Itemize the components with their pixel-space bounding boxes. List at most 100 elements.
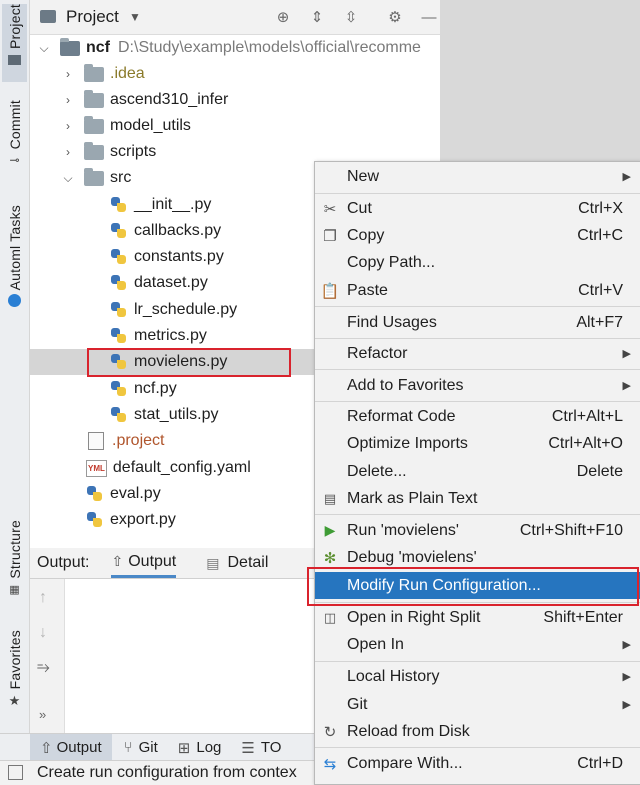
menu-separator bbox=[315, 306, 640, 307]
module-folder-icon bbox=[60, 37, 80, 56]
menu-item-add-favorites[interactable]: Add to Favorites ▶ bbox=[315, 372, 640, 399]
plain-text-icon: ▤ bbox=[323, 490, 337, 506]
yaml-file-icon: YML bbox=[86, 459, 107, 477]
tree-row-folder[interactable]: › model_utils bbox=[30, 113, 440, 139]
menu-item-reformat[interactable]: Reformat Code Ctrl+Alt+L bbox=[315, 403, 640, 430]
tree-label: .project bbox=[112, 432, 165, 449]
minimize-icon[interactable]: — bbox=[420, 8, 438, 26]
tool-window-commit[interactable]: Commit ⊸ bbox=[2, 100, 27, 180]
compare-icon: ⇆ bbox=[323, 755, 337, 773]
left-tool-strip: Project Commit ⊸ Automl Tasks Structure … bbox=[0, 0, 30, 735]
tree-label: default_config.yaml bbox=[112, 459, 251, 476]
menu-item-find-usages[interactable]: Find Usages Alt+F7 bbox=[315, 309, 640, 336]
arrow-up-icon[interactable]: ↑ bbox=[39, 589, 47, 607]
project-view-selector[interactable]: Project bbox=[66, 7, 119, 27]
tab-output[interactable]: ⇧ Output bbox=[111, 548, 177, 578]
tree-label: __init__.py bbox=[134, 196, 212, 213]
folder-icon bbox=[84, 167, 104, 186]
menu-item-open-right-split[interactable]: ◫ Open in Right Split Shift+Enter bbox=[315, 604, 640, 631]
menu-item-mark-plain-text[interactable]: ▤ Mark as Plain Text bbox=[315, 485, 640, 512]
chevron-right-icon[interactable]: › bbox=[60, 67, 76, 81]
automl-icon bbox=[8, 294, 21, 308]
tab-detail-label: Detail bbox=[227, 554, 269, 571]
menu-separator bbox=[315, 401, 640, 402]
menu-item-git[interactable]: Git ▶ bbox=[315, 691, 640, 718]
menu-separator bbox=[315, 661, 640, 662]
tool-window-git[interactable]: ⑂ Git bbox=[124, 739, 158, 756]
soft-wrap-icon[interactable]: ⥱ bbox=[37, 659, 50, 677]
gear-icon[interactable]: ⚙ bbox=[386, 8, 404, 26]
menu-item-reload[interactable]: ↻ Reload from Disk bbox=[315, 718, 640, 745]
python-file-icon bbox=[86, 511, 104, 529]
menu-item-label: Open In bbox=[347, 635, 404, 653]
arrow-down-icon[interactable]: ↓ bbox=[39, 624, 47, 642]
menu-item-shortcut: Delete bbox=[576, 462, 623, 480]
menu-item-copy-path[interactable]: Copy Path... bbox=[315, 249, 640, 276]
checkbox-icon[interactable] bbox=[8, 765, 23, 780]
tool-window-log[interactable]: ⊞ Log bbox=[178, 739, 222, 757]
tree-label: export.py bbox=[110, 511, 176, 528]
tree-label: model_utils bbox=[110, 117, 191, 134]
menu-item-delete[interactable]: Delete... Delete bbox=[315, 458, 640, 485]
python-file-icon bbox=[110, 222, 128, 240]
menu-item-cut[interactable]: ✂ Cut Ctrl+X bbox=[315, 195, 640, 222]
menu-item-label: Paste bbox=[347, 281, 388, 299]
chevron-right-icon[interactable]: › bbox=[60, 119, 76, 133]
tree-row-root[interactable]: ⌵ ncf D:\Study\example\models\official\r… bbox=[30, 35, 440, 61]
menu-item-optimize-imports[interactable]: Optimize Imports Ctrl+Alt+O bbox=[315, 430, 640, 457]
chevron-right-icon[interactable]: › bbox=[60, 145, 76, 159]
chevron-down-icon[interactable]: ▼ bbox=[129, 10, 141, 24]
python-file-icon bbox=[110, 406, 128, 424]
tool-window-project[interactable]: Project bbox=[2, 4, 27, 82]
menu-item-label: Find Usages bbox=[347, 313, 437, 331]
menu-item-label: Git bbox=[347, 695, 368, 713]
more-icon[interactable]: » bbox=[39, 707, 46, 722]
chevron-down-icon[interactable]: ⌵ bbox=[36, 41, 52, 56]
python-file-icon bbox=[110, 274, 128, 292]
tool-window-output[interactable]: ⇧ Output bbox=[30, 734, 112, 761]
tree-row-folder[interactable]: › ascend310_infer bbox=[30, 87, 440, 113]
tree-row-folder[interactable]: › .idea bbox=[30, 61, 440, 87]
tool-window-automl[interactable]: Automl Tasks bbox=[2, 205, 27, 325]
tool-window-structure-label: Structure bbox=[6, 520, 23, 579]
tool-window-output-label: Output bbox=[56, 739, 102, 756]
chevron-down-icon[interactable]: ⌵ bbox=[60, 171, 76, 186]
menu-item-local-history[interactable]: Local History ▶ bbox=[315, 663, 640, 690]
tool-window-structure[interactable]: Structure ▦ bbox=[2, 520, 27, 610]
commit-icon: ⊸ bbox=[9, 153, 20, 168]
menu-item-new[interactable]: New ▶ bbox=[315, 163, 640, 190]
menu-item-shortcut: Ctrl+C bbox=[577, 226, 623, 244]
split-view-icon: ◫ bbox=[323, 609, 337, 625]
tab-output-label: Output bbox=[128, 552, 177, 570]
menu-item-refactor[interactable]: Refactor ▶ bbox=[315, 340, 640, 367]
tool-window-favorites-label: Favorites bbox=[6, 630, 23, 690]
tool-window-favorites[interactable]: Favorites ★ bbox=[2, 630, 27, 720]
menu-item-shortcut: Ctrl+Alt+O bbox=[548, 434, 623, 452]
tree-label: dataset.py bbox=[134, 274, 208, 291]
tree-label: src bbox=[110, 169, 132, 186]
menu-item-compare-with[interactable]: ⇆ Compare With... Ctrl+D bbox=[315, 750, 640, 777]
menu-item-run[interactable]: ▶ Run 'movielens' Ctrl+Shift+F10 bbox=[315, 517, 640, 544]
tool-window-commit-label: Commit bbox=[6, 100, 23, 150]
tree-label: constants.py bbox=[134, 248, 224, 265]
document-icon: ▤ bbox=[206, 554, 220, 571]
tab-detail[interactable]: ▤ Detail bbox=[206, 554, 268, 572]
menu-item-label: Reformat Code bbox=[347, 407, 456, 425]
chevron-right-icon[interactable]: › bbox=[60, 93, 76, 107]
expand-all-icon[interactable]: ⇕ bbox=[308, 8, 326, 26]
upload-icon: ⇧ bbox=[111, 553, 124, 569]
run-icon: ▶ bbox=[324, 522, 336, 538]
project-panel-header: Project ▼ ⊕ ⇕ ⇳ ⚙ — bbox=[30, 0, 440, 35]
menu-item-label: Mark as Plain Text bbox=[347, 489, 478, 507]
collapse-all-icon[interactable]: ⇳ bbox=[342, 8, 360, 26]
menu-item-open-in[interactable]: Open In ▶ bbox=[315, 631, 640, 658]
menu-item-paste[interactable]: 📋 Paste Ctrl+V bbox=[315, 277, 640, 304]
locate-icon[interactable]: ⊕ bbox=[274, 8, 292, 26]
folder-icon bbox=[84, 141, 104, 160]
python-file-icon bbox=[110, 196, 128, 214]
text-file-icon bbox=[88, 432, 104, 450]
tool-window-todo[interactable]: ☰ TO bbox=[241, 739, 281, 757]
submenu-arrow-icon: ▶ bbox=[622, 699, 631, 711]
tree-label: .idea bbox=[110, 65, 145, 82]
menu-item-copy[interactable]: ❐ Copy Ctrl+C bbox=[315, 222, 640, 249]
